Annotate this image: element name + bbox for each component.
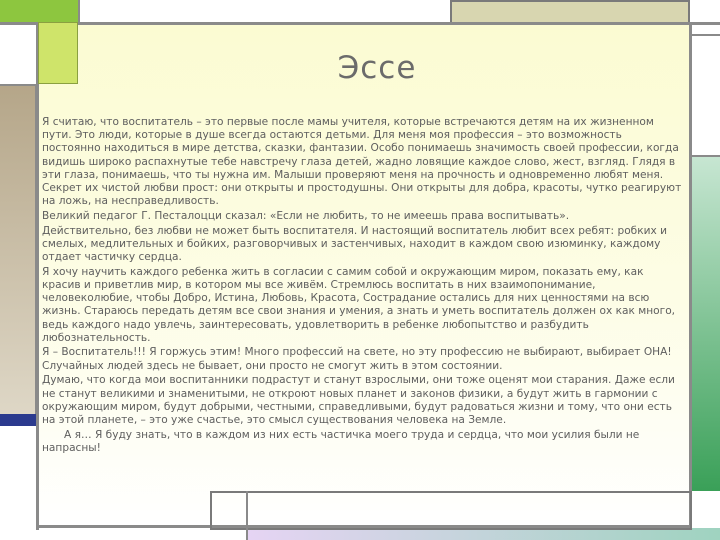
frame-top <box>0 22 720 25</box>
essay-body: Я считаю, что воспитатель – это первые п… <box>42 116 682 457</box>
decor-left-blue-bar <box>0 414 36 426</box>
essay-paragraph: Я считаю, что воспитатель – это первые п… <box>42 116 682 208</box>
frame-right <box>689 22 692 530</box>
essay-paragraph: А я… Я буду знать, что в каждом из них е… <box>42 428 640 454</box>
decor-left-gradient-bar <box>0 86 36 414</box>
decor-bottom-box <box>210 491 692 530</box>
decor-divider <box>0 84 38 86</box>
essay-paragraph: Думаю, что когда мои воспитанники подрас… <box>42 374 675 426</box>
decor-divider <box>246 491 248 540</box>
essay-paragraph: Я – Воспитатель!!! Я горжусь этим! Много… <box>42 346 672 372</box>
essay-paragraph: Великий педагог Г. Песталоцци сказал: «Е… <box>42 209 570 222</box>
decor-green-block <box>0 0 78 22</box>
slide-title: Эссе <box>337 50 417 86</box>
decor-divider <box>78 0 80 22</box>
essay-paragraph: Действительно, без любви не может быть в… <box>42 224 668 264</box>
decor-right-green-bar <box>692 155 720 491</box>
frame-left <box>36 22 39 530</box>
essay-paragraph: Я хочу научить каждого ребенка жить в со… <box>42 265 676 344</box>
